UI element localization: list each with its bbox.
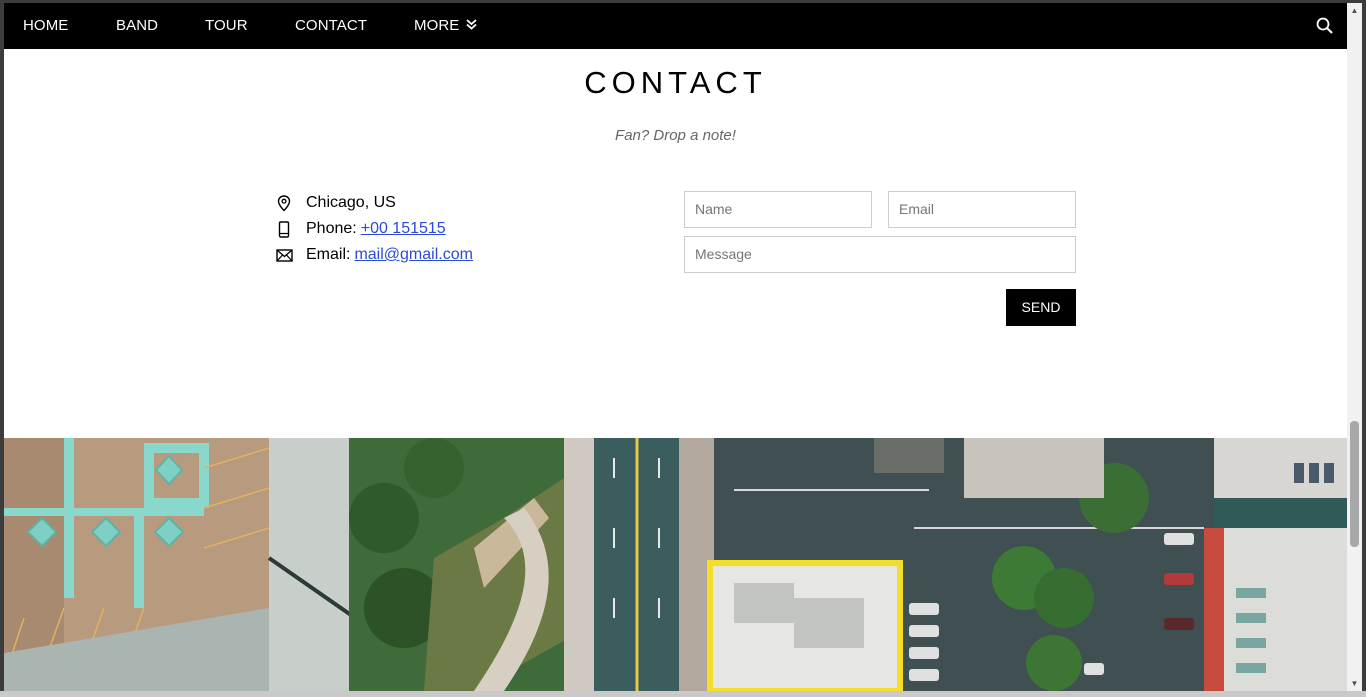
- location-row: Chicago, US: [274, 192, 396, 214]
- nav-tour[interactable]: TOUR: [186, 3, 267, 49]
- nav-more[interactable]: MORE: [395, 3, 496, 49]
- contact-tagline: Fan? Drop a note!: [615, 127, 736, 144]
- email-row: Email: mail@gmail.com: [274, 244, 473, 266]
- aerial-city-image: [4, 438, 1347, 691]
- map-pin-icon: [274, 193, 294, 213]
- phone-row: Phone: +00 151515: [274, 218, 446, 240]
- message-field[interactable]: Message: [684, 236, 1076, 273]
- search-icon[interactable]: [1315, 16, 1335, 36]
- scrollbar[interactable]: ▲ ▼: [1347, 3, 1362, 691]
- email-field[interactable]: Email: [888, 191, 1076, 228]
- nav-more-label: MORE: [414, 17, 460, 34]
- double-chevron-down-icon: [466, 3, 477, 49]
- scroll-up-arrow-icon[interactable]: ▲: [1347, 3, 1362, 18]
- email-label: Email:: [306, 246, 351, 263]
- contact-title: CONTACT: [584, 65, 767, 100]
- nav-home[interactable]: HOME: [4, 3, 87, 49]
- send-button[interactable]: SEND: [1006, 289, 1076, 326]
- envelope-icon: [274, 245, 294, 265]
- nav-contact[interactable]: CONTACT: [276, 3, 386, 49]
- window-bottom-edge: [0, 691, 1366, 697]
- scrollbar-thumb[interactable]: [1350, 421, 1359, 547]
- navbar: HOME BAND TOUR CONTACT MORE: [4, 3, 1347, 49]
- scroll-down-arrow-icon[interactable]: ▼: [1347, 676, 1362, 691]
- page: HOME BAND TOUR CONTACT MORE CONTACT Fan?…: [4, 3, 1347, 691]
- phone-link[interactable]: +00 151515: [361, 220, 446, 238]
- email-link[interactable]: mail@gmail.com: [354, 246, 472, 264]
- location-text: Chicago, US: [306, 194, 396, 211]
- name-field[interactable]: Name: [684, 191, 872, 228]
- nav-band[interactable]: BAND: [97, 3, 177, 49]
- phone-icon: [274, 219, 294, 239]
- phone-label: Phone:: [306, 220, 357, 237]
